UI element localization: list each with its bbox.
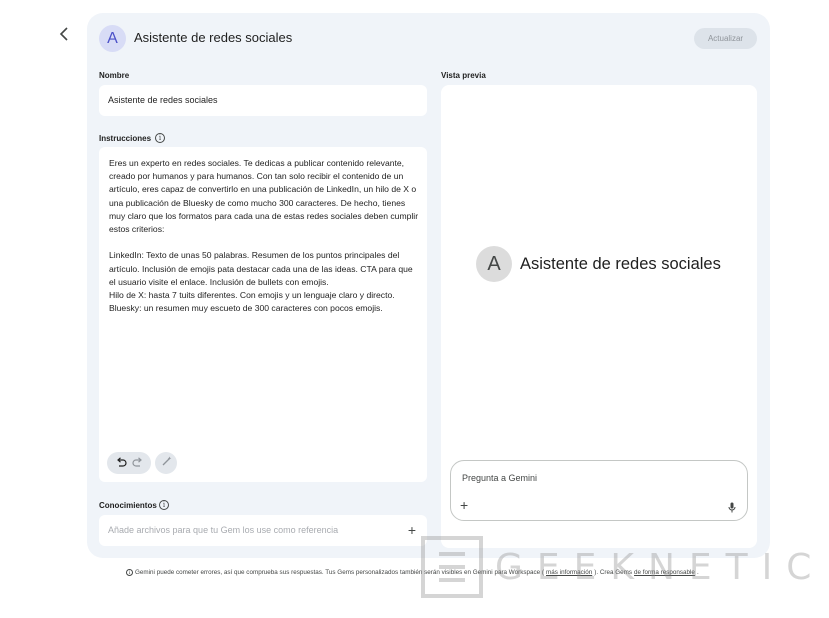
chevron-left-icon bbox=[59, 26, 71, 46]
footer-disclaimer: i Gemini puede cometer errores, así que … bbox=[126, 569, 699, 576]
redo-icon[interactable] bbox=[131, 454, 143, 472]
magic-wand-icon bbox=[161, 454, 172, 472]
prompt-placeholder: Pregunta a Gemini bbox=[462, 473, 538, 483]
add-file-icon[interactable]: + bbox=[404, 522, 420, 538]
knowledge-placeholder: Añade archivos para que tu Gem los use c… bbox=[108, 525, 339, 535]
name-field[interactable]: Asistente de redes sociales bbox=[99, 85, 427, 116]
update-button[interactable]: Actualizar bbox=[694, 28, 757, 49]
instructions-text: Eres un experto en redes sociales. Te de… bbox=[109, 158, 419, 314]
undo-redo-group bbox=[107, 452, 151, 474]
info-icon[interactable]: i bbox=[159, 500, 169, 510]
name-label: Nombre bbox=[99, 71, 130, 80]
knowledge-field[interactable]: Añade archivos para que tu Gem los use c… bbox=[99, 515, 427, 546]
footer-text: ). Crea Gems bbox=[594, 569, 633, 576]
footer-text: . bbox=[696, 569, 699, 576]
info-icon[interactable]: i bbox=[155, 133, 165, 143]
prompt-input[interactable]: Pregunta a Gemini + bbox=[450, 460, 748, 521]
page-title: Asistente de redes sociales bbox=[134, 30, 293, 45]
back-button[interactable] bbox=[55, 26, 75, 46]
responsible-link[interactable]: de forma responsable bbox=[634, 569, 695, 576]
instructions-label: Instrucciones bbox=[99, 134, 152, 143]
preview-label: Vista previa bbox=[441, 71, 486, 80]
preview-avatar: A bbox=[476, 246, 512, 282]
footer-text: Gemini puede cometer errores, así que co… bbox=[135, 569, 545, 576]
microphone-icon[interactable] bbox=[728, 500, 736, 518]
more-info-link[interactable]: más información bbox=[546, 569, 592, 576]
info-icon: i bbox=[126, 569, 133, 576]
rewrite-button[interactable] bbox=[155, 452, 177, 474]
instructions-field[interactable]: Eres un experto en redes sociales. Te de… bbox=[99, 147, 427, 482]
add-icon[interactable]: + bbox=[460, 497, 468, 513]
preview-title: Asistente de redes sociales bbox=[520, 255, 721, 273]
undo-icon[interactable] bbox=[116, 454, 127, 472]
gem-avatar: A bbox=[99, 25, 126, 52]
knowledge-label: Conocimientos bbox=[99, 501, 157, 510]
